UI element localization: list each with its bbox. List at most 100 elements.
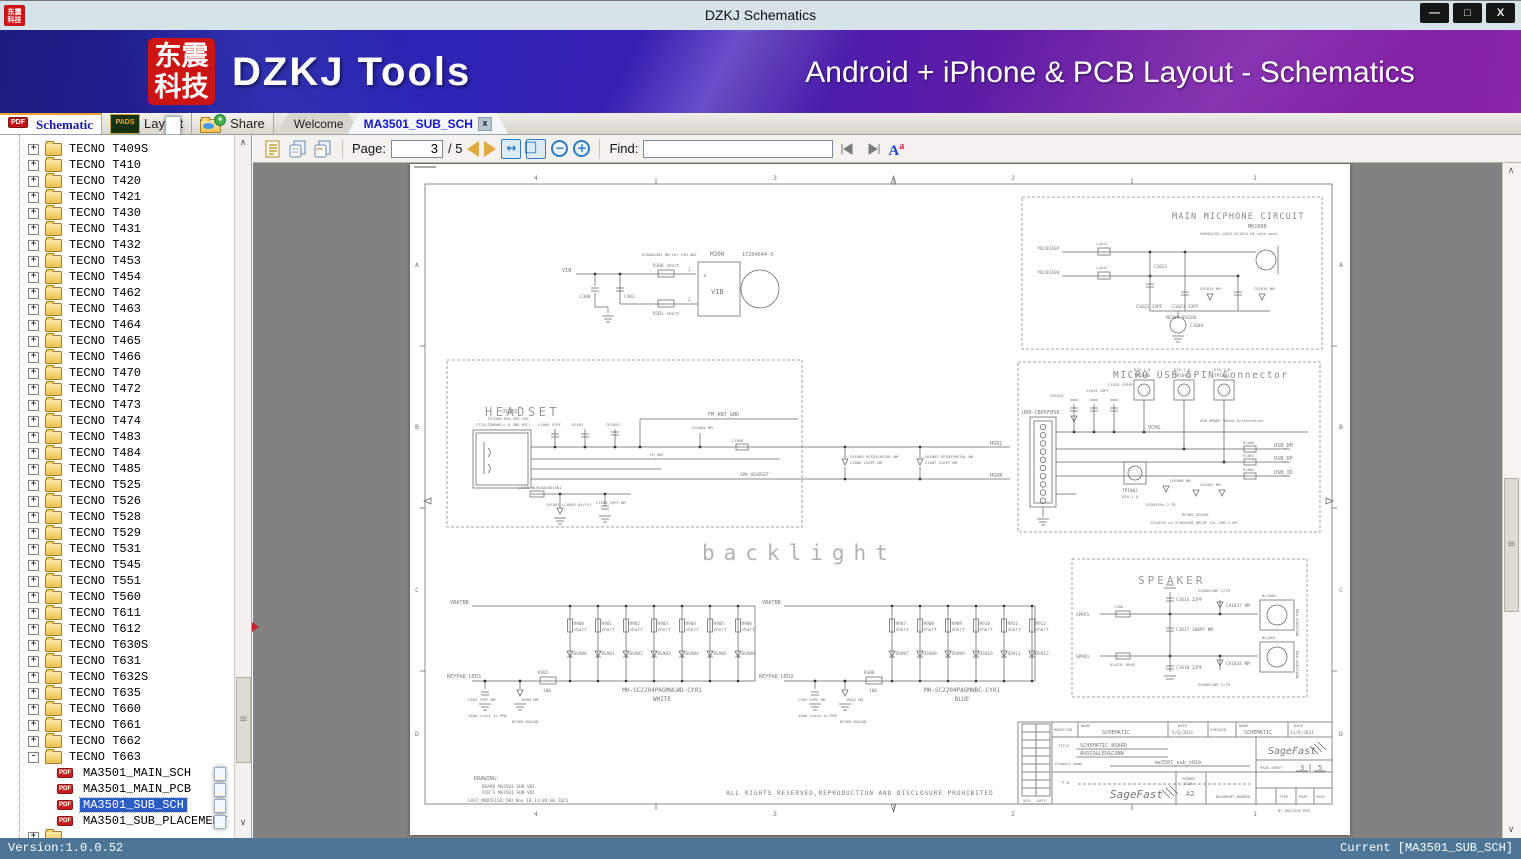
tree-folder-item[interactable]: TECNO T474 [0,412,236,429]
tree-folder-label[interactable]: TECNO T463 [66,302,144,316]
next-page-icon[interactable] [484,140,497,157]
tree-file-label[interactable]: MA3501_MAIN_SCH [80,766,194,780]
tree-folder-item[interactable]: TECNO T453 [0,252,236,269]
tree-folder-label[interactable]: TECNO T660 [66,702,144,716]
tree-file-item[interactable]: PDF MA3501_SUB_SCH [0,797,236,813]
expand-plus-icon[interactable] [28,543,39,555]
tree-folder-item[interactable]: TECNO T410 [0,156,236,173]
tree-folder-label[interactable]: TECNO T462 [66,286,144,300]
tree-folder-label[interactable]: TECNO T635 [66,686,144,700]
expand-plus-icon[interactable] [28,223,39,235]
tree-folder-label[interactable]: TECNO T470 [66,366,144,380]
page-number-input[interactable] [390,139,443,158]
tree-file-item[interactable]: PDF MA3501_MAIN_PCB [0,781,236,797]
find-next-icon[interactable] [863,139,883,159]
tree-folder-label[interactable]: TECNO T473 [66,398,144,412]
expand-plus-icon[interactable] [28,239,39,251]
tree-folder-item[interactable]: TECNO T525 [0,476,236,493]
tree-folder-item[interactable]: TECNO T420 [0,172,236,189]
tree-folder-label[interactable]: TECNO T545 [66,558,144,572]
tree-file-item[interactable]: PDF MA3501_SUB_PLACEMENT [0,813,236,829]
scroll-up-icon[interactable]: ∧ [235,135,251,151]
tree-folder-item[interactable]: TECNO T632S [0,668,236,685]
expand-plus-icon[interactable] [28,207,39,219]
tree-folder-label[interactable]: TECNO T453 [66,254,144,268]
tree-folder-label[interactable]: TECNO T420 [66,174,144,188]
expand-plus-icon[interactable] [28,511,39,523]
tree-folder-item[interactable]: TECNO T472 [0,380,236,397]
tree-folder-item[interactable]: TECNO T631 [0,652,236,669]
expand-plus-icon[interactable] [28,447,39,459]
tree-folder-item[interactable]: TECNO T630S [0,636,236,653]
expand-plus-icon[interactable] [28,639,39,651]
expand-plus-icon[interactable] [28,735,39,747]
tree-folder-label[interactable]: TECNO T465 [66,334,144,348]
tree-folder-item[interactable]: TECNO T560 [0,588,236,605]
schematic-viewer[interactable]: 4 3 2 1 4 3 2 1 A B C D A B C D VIB C300… [253,163,1521,838]
expand-plus-icon[interactable] [28,319,39,331]
tree-folder-item-expanded[interactable]: TECNO T663 [0,748,236,765]
font-size-icon[interactable]: Aa [888,138,904,160]
expand-plus-icon[interactable] [28,559,39,571]
tree-folder-label[interactable]: TECNO T484 [66,446,144,460]
tree-folder-item[interactable]: TECNO T431 [0,220,236,237]
expand-plus-icon[interactable] [28,591,39,603]
tree-folder-label[interactable]: TECNO T612 [66,622,144,636]
tree-folder-item[interactable]: TECNO T421 [0,188,236,205]
tree-file-label[interactable]: MA3501_MAIN_PCB [80,782,194,796]
expand-plus-icon[interactable] [28,143,39,155]
collapse-minus-icon[interactable] [28,751,39,763]
tree-folder-label[interactable]: TECNO T551 [66,574,144,588]
tree-folder-label[interactable]: TECNO T431 [66,222,144,236]
viewer-scrollbar[interactable]: ∧ ∨ [1502,163,1521,838]
tree-folder-label[interactable]: TECNO T662 [66,734,144,748]
fit-width-icon[interactable]: ↔ [501,138,522,159]
doc-tab-welcome[interactable]: Welcome [278,113,360,134]
tree-folder-item[interactable]: TECNO T529 [0,524,236,541]
tree-folder-item[interactable]: TECNO T463 [0,300,236,317]
tab-schematic[interactable]: PDF Schematic [0,113,181,135]
tree-folder-item[interactable]: TECNO T531 [0,540,236,557]
scrollbar-thumb[interactable] [1504,478,1519,612]
tree-folder-item[interactable]: TECNO T432 [0,236,236,253]
scroll-down-icon[interactable]: ∨ [235,815,251,831]
tree-folder-item[interactable]: TECNO T526 [0,492,236,509]
doc-tab-active[interactable]: MA3501_SUB_SCH x [348,113,508,134]
expand-plus-icon[interactable] [28,271,39,283]
tree-folder-label[interactable]: TECNO T630S [66,638,151,652]
expand-plus-icon[interactable] [28,191,39,203]
tree-folder-label[interactable]: TECNO T421 [66,190,144,204]
expand-plus-icon[interactable] [28,351,39,363]
tree-file-label[interactable]: MA3501_SUB_PLACEMENT [80,814,230,828]
tree-folder-item[interactable]: TECNO T528 [0,508,236,525]
tree-folder-label[interactable]: TECNO T661 [66,718,144,732]
copy-page-icon[interactable] [288,139,308,159]
expand-plus-icon[interactable] [28,159,39,171]
tree-folder-label[interactable]: TECNO T526 [66,494,144,508]
expand-plus-icon[interactable] [28,719,39,731]
find-previous-icon[interactable] [838,139,858,159]
tree-folder-item[interactable]: TECNO T660 [0,700,236,717]
tree-folder-label[interactable]: TECNO T464 [66,318,144,332]
tree-folder-item[interactable]: TECNO T454 [0,268,236,285]
close-button[interactable]: X [1486,3,1515,23]
splitter-collapse-icon[interactable] [252,622,259,632]
properties-icon[interactable] [263,139,283,159]
expand-plus-icon[interactable] [28,431,39,443]
tree-folder-label[interactable]: TECNO T410 [66,158,144,172]
tree-folder-item[interactable]: TECNO T464 [0,316,236,333]
scrollbar-thumb[interactable] [236,677,251,763]
tree-folder-item[interactable]: TECNO T612 [0,620,236,637]
tree-folder-label[interactable]: TECNO T432 [66,238,144,252]
zoom-in-icon[interactable]: + [573,140,591,157]
expand-plus-icon[interactable] [28,335,39,347]
tree-folder-label[interactable]: TECNO T430 [66,206,144,220]
tree-folder-label[interactable]: TECNO T528 [66,510,144,524]
tree-folder-label[interactable]: TECNO T454 [66,270,144,284]
tree-folder-label[interactable]: TECNO T529 [66,526,144,540]
find-input[interactable] [643,139,834,158]
sidebar-scrollbar[interactable]: ∧ ∨ [234,135,251,838]
expand-plus-icon[interactable] [28,479,39,491]
rotate-page-icon[interactable] [313,139,333,159]
tree-folder-item[interactable]: TECNO T462 [0,284,236,301]
